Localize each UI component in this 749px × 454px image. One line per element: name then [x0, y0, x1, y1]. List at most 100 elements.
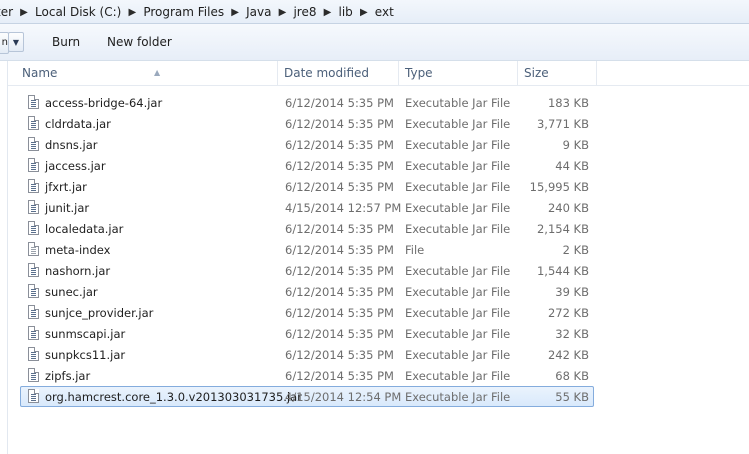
column-header-size[interactable]: Size — [518, 61, 597, 85]
jar-file-icon — [28, 368, 39, 382]
burn-button[interactable]: Burn — [44, 32, 88, 52]
file-row[interactable]: access-bridge-64.jar 6/12/2014 5:35 PM Exe… — [20, 92, 594, 113]
file-row[interactable]: meta-index 6/12/2014 5:35 PM File 2 KB — [20, 239, 594, 260]
file-row[interactable]: localedata.jar 6/12/2014 5:35 PM Executabl… — [20, 218, 594, 239]
file-date-modified: 6/12/2014 5:35 PM — [285, 327, 394, 341]
file-date-modified: 4/15/2014 12:57 PM — [285, 201, 402, 215]
file-row[interactable]: zipfs.jar 6/12/2014 5:35 PM Executable Jar… — [20, 365, 594, 386]
chevron-down-icon: ▼ — [12, 37, 20, 47]
jar-file-icon — [28, 158, 39, 172]
file-size: 2,154 KB — [536, 222, 589, 236]
file-name: nashorn.jar — [45, 264, 111, 278]
file-type: Executable Jar File — [405, 138, 511, 152]
file-date-modified: 6/12/2014 5:35 PM — [285, 117, 394, 131]
navigation-pane[interactable] — [0, 61, 8, 454]
file-type: Executable Jar File — [405, 96, 511, 110]
file-name: access-bridge-64.jar — [45, 96, 163, 110]
breadcrumb-item-program-files[interactable]: Program Files — [139, 5, 228, 19]
file-date-modified: 6/12/2014 5:35 PM — [285, 96, 394, 110]
column-header-type[interactable]: Type — [399, 61, 518, 85]
jar-file-icon — [28, 221, 39, 235]
chevron-right-icon[interactable]: ▶ — [17, 7, 31, 18]
jar-file-icon — [28, 137, 39, 151]
file-icon-lines — [31, 268, 36, 275]
file-date-modified: 4/15/2014 12:54 PM — [285, 390, 402, 404]
organize-dropdown-button[interactable]: ▼ — [8, 32, 24, 52]
file-type: Executable Jar File — [405, 327, 511, 341]
file-type: Executable Jar File — [405, 180, 511, 194]
file-row[interactable]: org.hamcrest.core_1.3.0.v201303031735.ja… — [20, 386, 594, 407]
file-row[interactable]: jfxrt.jar 6/12/2014 5:35 PM Executable Jar… — [20, 176, 594, 197]
file-size: 1,544 KB — [536, 264, 589, 278]
file-row[interactable]: sunec.jar 6/12/2014 5:35 PM Executable Jar… — [20, 281, 594, 302]
file-icon-lines — [31, 331, 36, 338]
file-row[interactable]: dnsns.jar 6/12/2014 5:35 PM Executable Jar… — [20, 134, 594, 155]
file-name: junit.jar — [45, 201, 90, 215]
breadcrumb: ter ▶ Local Disk (C:) ▶ Program Files ▶ … — [0, 0, 398, 24]
jar-file-icon — [28, 116, 39, 130]
new-folder-button[interactable]: New folder — [99, 32, 180, 52]
column-header-date-modified[interactable]: Date modified — [278, 61, 399, 85]
file-name: jfxrt.jar — [45, 180, 87, 194]
file-icon-lines — [31, 121, 36, 128]
column-header: Name ▲ Date modified Type Size — [8, 61, 749, 86]
file-name: sunpkcs11.jar — [45, 348, 126, 362]
chevron-right-icon[interactable]: ▶ — [125, 7, 139, 18]
file-date-modified: 6/12/2014 5:35 PM — [285, 222, 394, 236]
breadcrumb-item-jre8[interactable]: jre8 — [289, 5, 320, 19]
file-type: Executable Jar File — [405, 264, 511, 278]
file-row[interactable]: cldrdata.jar 6/12/2014 5:35 PM Executable … — [20, 113, 594, 134]
file-type: Executable Jar File — [405, 222, 511, 236]
file-icon-lines — [31, 205, 36, 212]
file-date-modified: 6/12/2014 5:35 PM — [285, 348, 394, 362]
file-size: 240 KB — [547, 201, 589, 215]
file-size: 3,771 KB — [536, 117, 589, 131]
breadcrumb-item-ext[interactable]: ext — [371, 5, 398, 19]
chevron-right-icon[interactable]: ▶ — [275, 7, 289, 18]
file-name: zipfs.jar — [45, 369, 91, 383]
breadcrumb-item-local-disk[interactable]: Local Disk (C:) — [31, 5, 125, 19]
chevron-right-icon[interactable]: ▶ — [321, 7, 335, 18]
file-name: dnsns.jar — [45, 138, 98, 152]
file-icon-lines — [31, 226, 36, 233]
file-name: localedata.jar — [45, 222, 124, 236]
address-bar[interactable]: ter ▶ Local Disk (C:) ▶ Program Files ▶ … — [0, 0, 749, 24]
file-size: 32 KB — [555, 327, 589, 341]
file-name: sunjce_provider.jar — [45, 306, 154, 320]
file-row[interactable]: jaccess.jar 6/12/2014 5:35 PM Executable J… — [20, 155, 594, 176]
file-row[interactable]: sunjce_provider.jar 6/12/2014 5:35 PM Exec… — [20, 302, 594, 323]
file-size: 183 KB — [547, 96, 589, 110]
jar-file-icon — [28, 347, 39, 361]
file-type: Executable Jar File — [405, 348, 511, 362]
chevron-right-icon[interactable]: ▶ — [357, 7, 371, 18]
file-row[interactable]: sunmscapi.jar 6/12/2014 5:35 PM Executable… — [20, 323, 594, 344]
sort-ascending-icon: ▲ — [154, 68, 161, 77]
file-icon-lines — [31, 289, 36, 296]
file-row[interactable]: sunpkcs11.jar 6/12/2014 5:35 PM Executable… — [20, 344, 594, 365]
file-name: sunmscapi.jar — [45, 327, 126, 341]
file-type: Executable Jar File — [405, 369, 511, 383]
file-name: cldrdata.jar — [45, 117, 111, 131]
file-icon-lines — [31, 310, 36, 317]
file-icon-lines — [31, 142, 36, 149]
file-row[interactable]: junit.jar 4/15/2014 12:57 PM Executable Ja… — [20, 197, 594, 218]
file-type: File — [405, 243, 425, 257]
column-header-name[interactable]: Name ▲ — [16, 61, 278, 85]
file-size: 44 KB — [555, 159, 589, 173]
file-icon-lines — [31, 352, 36, 359]
file-type: Executable Jar File — [405, 285, 511, 299]
breadcrumb-item-computer[interactable]: ter — [0, 5, 17, 19]
file-row[interactable]: nashorn.jar 6/12/2014 5:35 PM Executable J… — [20, 260, 594, 281]
chevron-right-icon[interactable]: ▶ — [228, 7, 242, 18]
file-name: jaccess.jar — [45, 159, 106, 173]
file-icon-lines — [31, 373, 36, 380]
jar-file-icon — [28, 263, 39, 277]
breadcrumb-item-lib[interactable]: lib — [335, 5, 357, 19]
column-header-name-label: Name — [22, 66, 58, 80]
column-header-type-label: Type — [405, 66, 433, 80]
jar-file-icon — [28, 200, 39, 214]
file-icon-lines — [31, 394, 36, 401]
file-size: 55 KB — [555, 390, 589, 404]
breadcrumb-item-java[interactable]: Java — [242, 5, 275, 19]
file-type: Executable Jar File — [405, 390, 511, 404]
